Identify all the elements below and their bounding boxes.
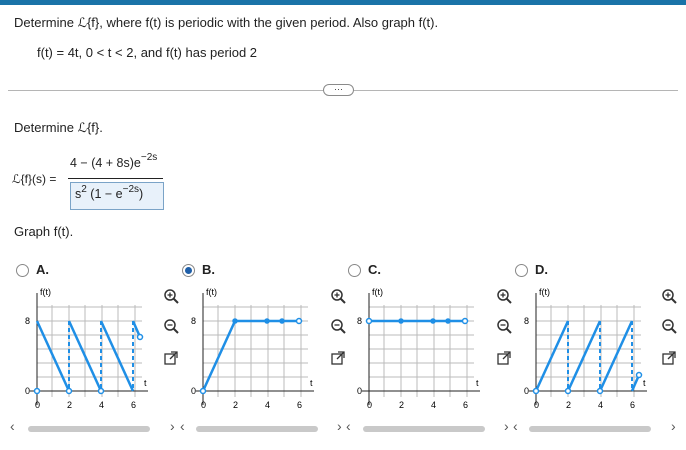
x-tick-6: 6 bbox=[131, 400, 136, 410]
y-label: f(t) bbox=[539, 287, 550, 297]
transform-prompt: Determine ℒ{f}. bbox=[14, 120, 103, 135]
zoom-in-icon[interactable] bbox=[496, 288, 512, 304]
zoom-out-icon[interactable] bbox=[163, 318, 179, 334]
graph-a: f(t) 8 0 t 0 2 4 6 bbox=[25, 287, 148, 410]
x-tick-6: 6 bbox=[297, 400, 302, 410]
x-label: t bbox=[310, 378, 313, 388]
x-tick-4: 4 bbox=[598, 400, 603, 410]
x-tick-0: 0 bbox=[35, 400, 40, 410]
scrollbar-c[interactable] bbox=[363, 426, 485, 432]
x-tick-0: 0 bbox=[534, 400, 539, 410]
option-c-letter: C. bbox=[368, 262, 381, 277]
option-c-radio[interactable] bbox=[348, 264, 361, 277]
scroll-right-arrow[interactable]: › bbox=[504, 419, 509, 433]
fraction-bar bbox=[68, 178, 163, 179]
y-tick-0: 0 bbox=[25, 386, 30, 396]
fraction-numerator: 4 − (4 + 8s)e−2s bbox=[70, 152, 158, 170]
y-tick-8: 8 bbox=[524, 316, 529, 326]
scroll-left-arrow[interactable]: ‹ bbox=[10, 419, 15, 433]
zoom-in-icon[interactable] bbox=[661, 288, 677, 304]
option-a-letter: A. bbox=[36, 262, 49, 277]
option-d-radio[interactable] bbox=[515, 264, 528, 277]
x-tick-0: 0 bbox=[367, 400, 372, 410]
y-tick-8: 8 bbox=[25, 316, 30, 326]
graph-prompt: Graph f(t). bbox=[14, 224, 74, 239]
x-tick-4: 4 bbox=[265, 400, 270, 410]
zoom-out-icon[interactable] bbox=[330, 318, 346, 334]
y-tick-8: 8 bbox=[357, 316, 362, 326]
x-label: t bbox=[144, 378, 147, 388]
x-tick-4: 4 bbox=[99, 400, 104, 410]
scroll-right-arrow[interactable]: › bbox=[170, 419, 175, 433]
x-tick-2: 2 bbox=[566, 400, 571, 410]
y-tick-8: 8 bbox=[191, 316, 196, 326]
y-label: f(t) bbox=[40, 287, 51, 297]
pop-out-icon[interactable] bbox=[661, 350, 677, 366]
y-label: f(t) bbox=[372, 287, 383, 297]
option-a-radio[interactable] bbox=[16, 264, 29, 277]
x-tick-4: 4 bbox=[431, 400, 436, 410]
y-tick-0: 0 bbox=[191, 386, 196, 396]
more-button[interactable]: ··· bbox=[323, 84, 354, 96]
top-accent-bar bbox=[0, 0, 686, 5]
y-label: f(t) bbox=[206, 287, 217, 297]
option-d-letter: D. bbox=[535, 262, 548, 277]
scrollbar-b[interactable] bbox=[196, 426, 318, 432]
scroll-left-arrow[interactable]: ‹ bbox=[180, 419, 185, 433]
x-label: t bbox=[643, 378, 646, 388]
y-tick-0: 0 bbox=[357, 386, 362, 396]
question-text: Determine ℒ{f}, where f(t) is periodic w… bbox=[14, 15, 439, 30]
x-label: t bbox=[476, 378, 479, 388]
x-tick-2: 2 bbox=[233, 400, 238, 410]
scroll-left-arrow[interactable]: ‹ bbox=[346, 419, 351, 433]
x-tick-2: 2 bbox=[399, 400, 404, 410]
pop-out-icon[interactable] bbox=[496, 350, 512, 366]
x-tick-6: 6 bbox=[630, 400, 635, 410]
graph-d: f(t) 8 0 t 0 2 4 6 bbox=[524, 287, 647, 410]
scrollbar-a[interactable] bbox=[28, 426, 150, 432]
x-tick-2: 2 bbox=[67, 400, 72, 410]
denominator-answer-box[interactable]: s2 (1 − e−2s) bbox=[70, 182, 164, 210]
pop-out-icon[interactable] bbox=[163, 350, 179, 366]
zoom-in-icon[interactable] bbox=[163, 288, 179, 304]
option-b-letter: B. bbox=[202, 262, 215, 277]
transform-fraction: 4 − (4 + 8s)e−2s s2 (1 − e−2s) bbox=[68, 152, 168, 210]
zoom-out-icon[interactable] bbox=[661, 318, 677, 334]
graph-c: f(t) 8 0 t 0 2 4 6 bbox=[357, 287, 480, 410]
zoom-out-icon[interactable] bbox=[496, 318, 512, 334]
zoom-in-icon[interactable] bbox=[330, 288, 346, 304]
x-tick-0: 0 bbox=[201, 400, 206, 410]
pop-out-icon[interactable] bbox=[330, 350, 346, 366]
option-b-radio[interactable] bbox=[182, 264, 195, 277]
y-tick-0: 0 bbox=[524, 386, 529, 396]
scrollbar-d[interactable] bbox=[529, 426, 651, 432]
scroll-right-arrow[interactable]: › bbox=[671, 419, 676, 433]
scroll-left-arrow[interactable]: ‹ bbox=[513, 419, 518, 433]
scroll-right-arrow[interactable]: › bbox=[337, 419, 342, 433]
given-function: f(t) = 4t, 0 < t < 2, and f(t) has perio… bbox=[37, 45, 258, 60]
graph-b: f(t) 8 0 t 0 2 4 6 bbox=[191, 287, 314, 410]
x-tick-6: 6 bbox=[463, 400, 468, 410]
transform-lhs: ℒ{f}(s) = bbox=[12, 172, 57, 186]
